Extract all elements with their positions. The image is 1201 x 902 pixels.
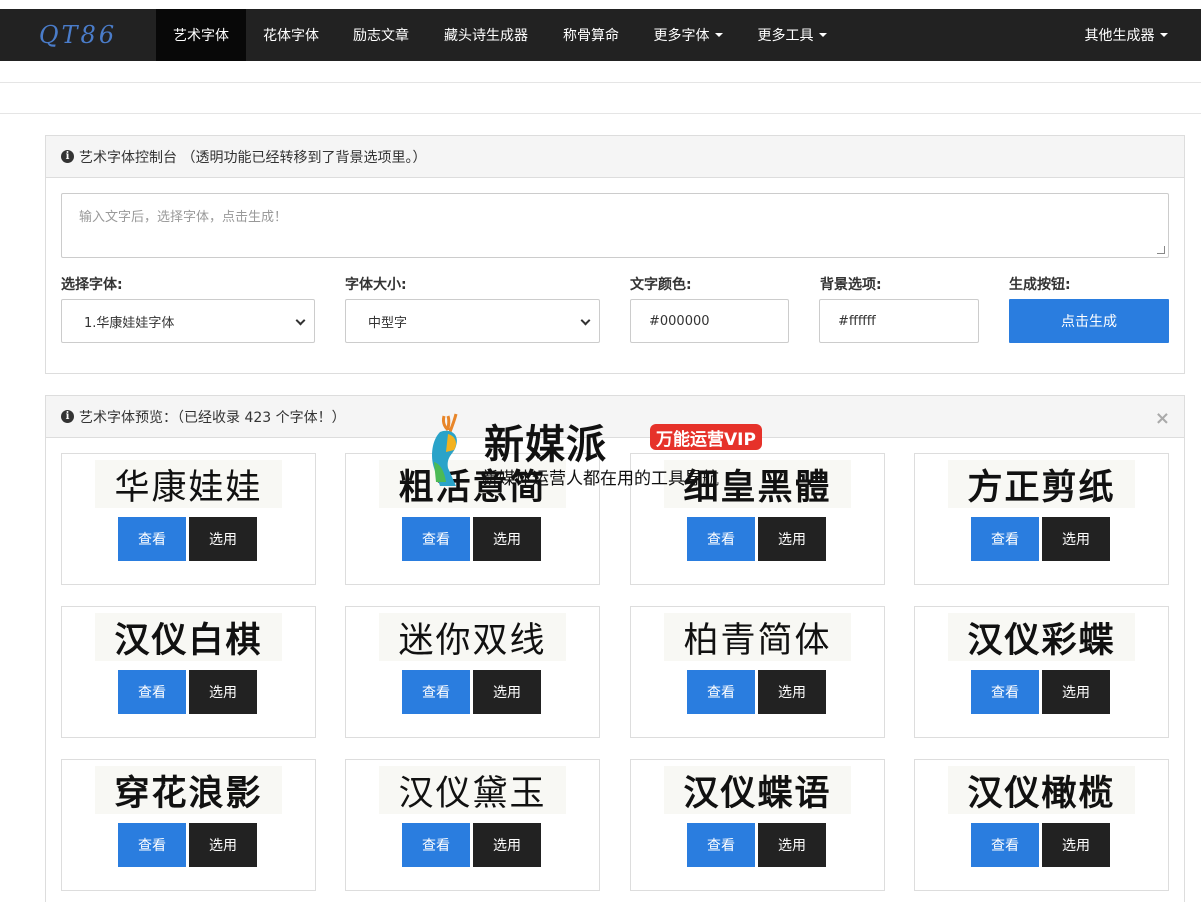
control-panel-heading: i 艺术字体控制台 （透明功能已经转移到了背景选项里。） bbox=[46, 136, 1184, 178]
view-button[interactable]: 查看 bbox=[971, 823, 1039, 867]
divider bbox=[0, 82, 1201, 83]
brand-logo[interactable]: QT86 bbox=[0, 9, 156, 61]
font-card: 华康娃娃 查看 选用 bbox=[61, 453, 316, 585]
font-preview: 汉仪黛玉 bbox=[379, 766, 566, 814]
select-button[interactable]: 选用 bbox=[758, 670, 826, 714]
text-input-placeholder: 输入文字后，选择字体，点击生成！ bbox=[79, 210, 288, 225]
divider bbox=[0, 113, 1201, 114]
size-select-label: 字体大小: bbox=[345, 277, 407, 293]
text-input[interactable]: 输入文字后，选择字体，点击生成！ bbox=[61, 193, 1169, 258]
bg-color-input[interactable]: #ffffff bbox=[819, 299, 979, 343]
font-card: 迷你双线 查看 选用 bbox=[345, 606, 600, 738]
font-card: 柏青简体 查看 选用 bbox=[630, 606, 885, 738]
font-preview: 粗活意简 bbox=[379, 460, 566, 508]
nav-item-more-tools[interactable]: 更多工具 bbox=[740, 9, 844, 61]
info-icon: i bbox=[61, 410, 74, 423]
chevron-down-icon bbox=[580, 315, 591, 326]
close-icon[interactable]: × bbox=[1155, 408, 1170, 429]
font-preview: 汉仪橄榄 bbox=[948, 766, 1135, 814]
font-select-value: 1.华康娃娃字体 bbox=[84, 315, 175, 331]
font-preview: 汉仪蝶语 bbox=[664, 766, 851, 814]
font-preview: 汉仪彩蝶 bbox=[948, 613, 1135, 661]
preview-panel-heading: i 艺术字体预览：（已经收录 423 个字体！） bbox=[46, 396, 1184, 438]
font-preview: 汉仪白棋 bbox=[95, 613, 282, 661]
bg-input-label: 背景选项: bbox=[820, 277, 882, 293]
nav-item-fortune[interactable]: 称骨算命 bbox=[546, 9, 636, 61]
view-button[interactable]: 查看 bbox=[402, 517, 470, 561]
nav-item-other-generators[interactable]: 其他生成器 bbox=[1066, 9, 1186, 61]
info-icon: i bbox=[61, 150, 74, 163]
bg-color-value: #ffffff bbox=[838, 313, 876, 329]
font-select-label: 选择字体: bbox=[61, 277, 123, 293]
select-button[interactable]: 选用 bbox=[1042, 670, 1110, 714]
preview-panel: i 艺术字体预览：（已经收录 423 个字体！） × 华康娃娃 查看 选用 粗活… bbox=[45, 395, 1185, 902]
select-button[interactable]: 选用 bbox=[1042, 517, 1110, 561]
view-button[interactable]: 查看 bbox=[402, 670, 470, 714]
view-button[interactable]: 查看 bbox=[687, 670, 755, 714]
resize-handle-icon[interactable] bbox=[1157, 246, 1165, 254]
chevron-down-icon bbox=[295, 315, 306, 326]
font-preview: 柏青简体 bbox=[664, 613, 851, 661]
view-button[interactable]: 查看 bbox=[687, 517, 755, 561]
size-select[interactable]: 中型字 bbox=[345, 299, 600, 343]
nav-item-articles[interactable]: 励志文章 bbox=[336, 9, 426, 61]
font-card: 汉仪蝶语 查看 选用 bbox=[630, 759, 885, 891]
generate-label: 生成按钮: bbox=[1009, 277, 1071, 293]
view-button[interactable]: 查看 bbox=[118, 670, 186, 714]
size-select-value: 中型字 bbox=[368, 315, 408, 331]
font-select[interactable]: 1.华康娃娃字体 bbox=[61, 299, 315, 343]
caret-down-icon bbox=[818, 33, 827, 37]
view-button[interactable]: 查看 bbox=[687, 823, 755, 867]
view-button[interactable]: 查看 bbox=[402, 823, 470, 867]
font-card: 汉仪彩蝶 查看 选用 bbox=[914, 606, 1169, 738]
view-button[interactable]: 查看 bbox=[971, 670, 1039, 714]
font-card: 汉仪黛玉 查看 选用 bbox=[345, 759, 600, 891]
control-panel-title: 艺术字体控制台 （透明功能已经转移到了背景选项里。） bbox=[79, 149, 427, 166]
nav-item-flower-fonts[interactable]: 花体字体 bbox=[246, 9, 336, 61]
select-button[interactable]: 选用 bbox=[1042, 823, 1110, 867]
font-card: 汉仪白棋 查看 选用 bbox=[61, 606, 316, 738]
control-panel: i 艺术字体控制台 （透明功能已经转移到了背景选项里。） 输入文字后，选择字体，… bbox=[45, 135, 1185, 374]
select-button[interactable]: 选用 bbox=[473, 517, 541, 561]
font-card: 穿花浪影 查看 选用 bbox=[61, 759, 316, 891]
select-button[interactable]: 选用 bbox=[189, 517, 257, 561]
other-generators-label: 其他生成器 bbox=[1084, 28, 1155, 44]
view-button[interactable]: 查看 bbox=[971, 517, 1039, 561]
font-preview: 细皇黑體 bbox=[664, 460, 851, 508]
view-button[interactable]: 查看 bbox=[118, 823, 186, 867]
font-preview: 方正剪纸 bbox=[948, 460, 1135, 508]
caret-down-icon bbox=[714, 33, 723, 37]
select-button[interactable]: 选用 bbox=[189, 823, 257, 867]
select-button[interactable]: 选用 bbox=[473, 670, 541, 714]
select-button[interactable]: 选用 bbox=[758, 823, 826, 867]
select-button[interactable]: 选用 bbox=[189, 670, 257, 714]
navbar: QT86 艺术字体 花体字体 励志文章 藏头诗生成器 称骨算命 更多字体 更多工… bbox=[0, 9, 1201, 61]
font-card: 细皇黑體 查看 选用 bbox=[630, 453, 885, 585]
more-tools-label: 更多工具 bbox=[757, 28, 814, 44]
generate-button[interactable]: 点击生成 bbox=[1009, 299, 1169, 343]
font-preview: 迷你双线 bbox=[379, 613, 566, 661]
text-color-value: #000000 bbox=[649, 313, 710, 329]
font-card: 方正剪纸 查看 选用 bbox=[914, 453, 1169, 585]
preview-panel-title: 艺术字体预览：（已经收录 423 个字体！） bbox=[79, 409, 346, 426]
view-button[interactable]: 查看 bbox=[118, 517, 186, 561]
font-card: 汉仪橄榄 查看 选用 bbox=[914, 759, 1169, 891]
caret-down-icon bbox=[1159, 33, 1168, 37]
color-input-label: 文字颜色: bbox=[630, 277, 692, 293]
font-preview: 华康娃娃 bbox=[95, 460, 282, 508]
select-button[interactable]: 选用 bbox=[758, 517, 826, 561]
text-color-input[interactable]: #000000 bbox=[630, 299, 789, 343]
more-fonts-label: 更多字体 bbox=[653, 28, 710, 44]
nav-item-art-fonts[interactable]: 艺术字体 bbox=[156, 9, 246, 61]
nav-item-more-fonts[interactable]: 更多字体 bbox=[636, 9, 740, 61]
font-preview: 穿花浪影 bbox=[95, 766, 282, 814]
font-card: 粗活意简 查看 选用 bbox=[345, 453, 600, 585]
select-button[interactable]: 选用 bbox=[473, 823, 541, 867]
nav-item-acrostic[interactable]: 藏头诗生成器 bbox=[426, 9, 546, 61]
